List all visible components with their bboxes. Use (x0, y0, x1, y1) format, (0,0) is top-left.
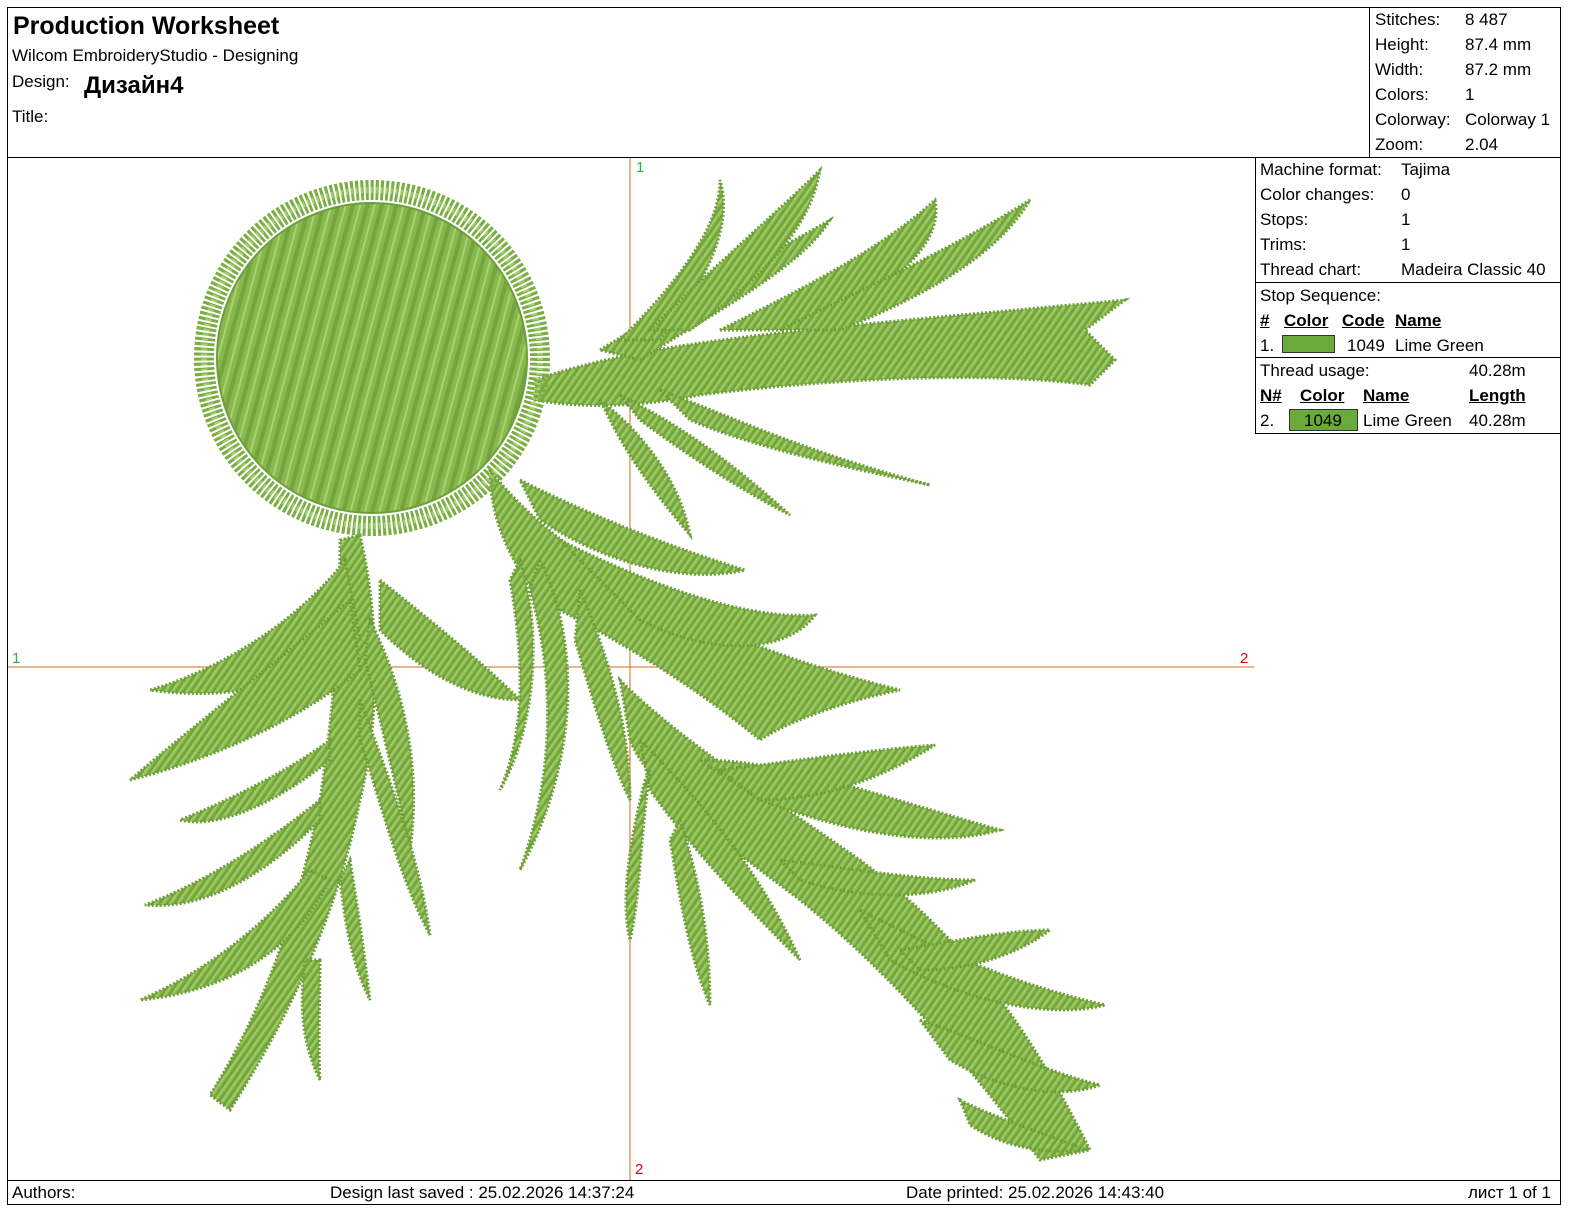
footer-printed: Date printed: 25.02.2026 14:43:40 (906, 1183, 1165, 1202)
thread-usage-row-num: 2. (1260, 411, 1275, 430)
machine-format-label: Machine format: (1260, 160, 1382, 179)
stop-seq-row-name: Lime Green (1395, 336, 1484, 355)
y-axis-start-label: 1 (636, 159, 645, 176)
left-branch (129, 533, 524, 1113)
thread-usage-header-name: Name (1363, 386, 1410, 405)
stop-seq-row-code: 1049 (1347, 336, 1385, 355)
color-changes-label: Color changes: (1260, 185, 1375, 204)
trims-label: Trims: (1260, 235, 1307, 254)
stop-seq-color-swatch (1282, 335, 1335, 353)
stop-seq-header-code: Code (1342, 311, 1385, 330)
thread-usage-header-num: N# (1260, 386, 1282, 405)
footer-box (7, 1180, 1561, 1205)
stops-value: 1 (1401, 210, 1411, 229)
thread-chart-label: Thread chart: (1260, 260, 1362, 279)
thread-chart-value: Madeira Classic 40 (1401, 260, 1546, 279)
footer-page: лист 1 of 1 (1468, 1183, 1551, 1202)
color-changes-value: 0 (1401, 185, 1411, 204)
thread-usage-row-code: 1049 (1304, 411, 1342, 430)
upper-branch (533, 165, 1131, 541)
stop-seq-header-color: Color (1284, 311, 1329, 330)
thread-usage-header-length: Length (1469, 386, 1526, 405)
thread-usage-label: Thread usage: (1260, 361, 1370, 380)
stop-seq-row-num: 1. (1260, 336, 1275, 355)
thread-usage-row-name: Lime Green (1363, 411, 1452, 430)
trims-value: 1 (1401, 235, 1411, 254)
lower-branch (617, 675, 1106, 1162)
stop-sequence-label: Stop Sequence: (1260, 286, 1381, 305)
circle-motif (194, 180, 550, 536)
stop-seq-header-name: Name (1395, 311, 1442, 330)
footer-authors: Authors: (12, 1183, 76, 1202)
thread-usage-row-length: 40.28m (1469, 411, 1526, 430)
footer-saved: Design last saved : 25.02.2026 14:37:24 (330, 1183, 635, 1202)
thread-usage-total: 40.28m (1469, 361, 1526, 380)
stop-seq-header-num: # (1260, 311, 1270, 330)
thread-usage-header-color: Color (1300, 386, 1345, 405)
y-axis-end-label: 2 (635, 1161, 644, 1178)
machine-format-value: Tajima (1401, 160, 1451, 179)
x-axis-end-label: 2 (1240, 650, 1249, 667)
stops-label: Stops: (1260, 210, 1309, 229)
x-axis-start-label: 1 (12, 650, 21, 667)
